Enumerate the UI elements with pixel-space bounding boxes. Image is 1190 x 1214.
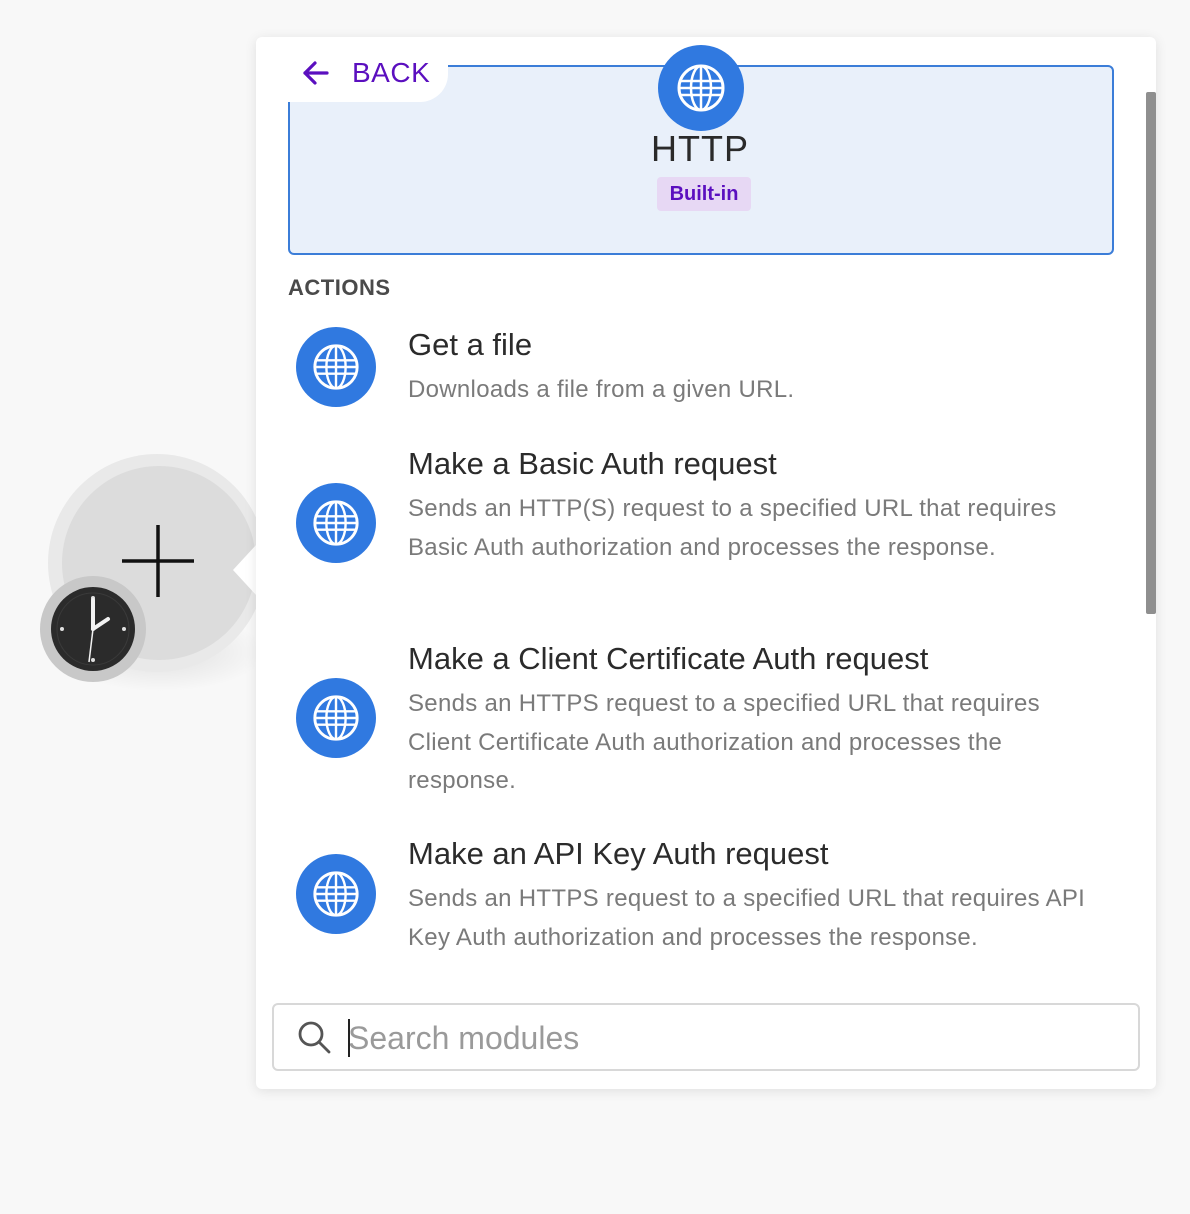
built-in-badge: Built-in [657,177,751,211]
action-icon [296,483,376,563]
action-basic-auth-request[interactable]: Make a Basic Auth request Sends an HTTP(… [288,446,1118,616]
search-icon [298,1021,331,1054]
globe-icon [313,344,359,390]
action-icon [296,327,376,407]
globe-icon [313,871,359,917]
action-title: Make a Client Certificate Auth request [408,641,929,676]
action-title: Get a file [408,327,533,362]
action-title: Make an API Key Auth request [408,836,829,871]
action-description: Downloads a file from a given URL. [408,376,795,403]
search-box[interactable] [272,1003,1140,1071]
text-caret [348,1019,350,1057]
globe-icon [313,695,359,741]
action-get-a-file[interactable]: Get a file Downloads a file from a given… [288,327,1118,427]
action-description: Sends an HTTPS request to a specified UR… [408,690,1040,794]
action-description: Sends an HTTP(S) request to a specified … [408,495,1057,561]
panel-pointer [233,544,257,596]
action-title: Make a Basic Auth request [408,446,777,481]
action-client-certificate-auth-request[interactable]: Make a Client Certificate Auth request S… [288,641,1118,811]
app-icon [658,45,744,131]
globe-icon [313,500,359,546]
clock-icon[interactable] [50,586,136,672]
actions-heading: ACTIONS [288,275,391,300]
action-description: Sends an HTTPS request to a specified UR… [408,885,1086,951]
panel-scrollbar-thumb[interactable] [1146,92,1156,614]
action-icon [296,678,376,758]
arrow-left-icon [303,61,329,85]
action-api-key-auth-request[interactable]: Make an API Key Auth request Sends an HT… [288,836,1118,961]
back-button-label: BACK [352,57,431,88]
search-input[interactable] [346,1015,1110,1061]
app-title: HTTP [651,128,749,169]
globe-icon [677,64,725,112]
action-icon [296,854,376,934]
back-button[interactable]: BACK [288,44,449,102]
scenario-canvas[interactable]: BACK HTTP Built-in ACTIONS Get a file Do… [0,0,1190,1214]
